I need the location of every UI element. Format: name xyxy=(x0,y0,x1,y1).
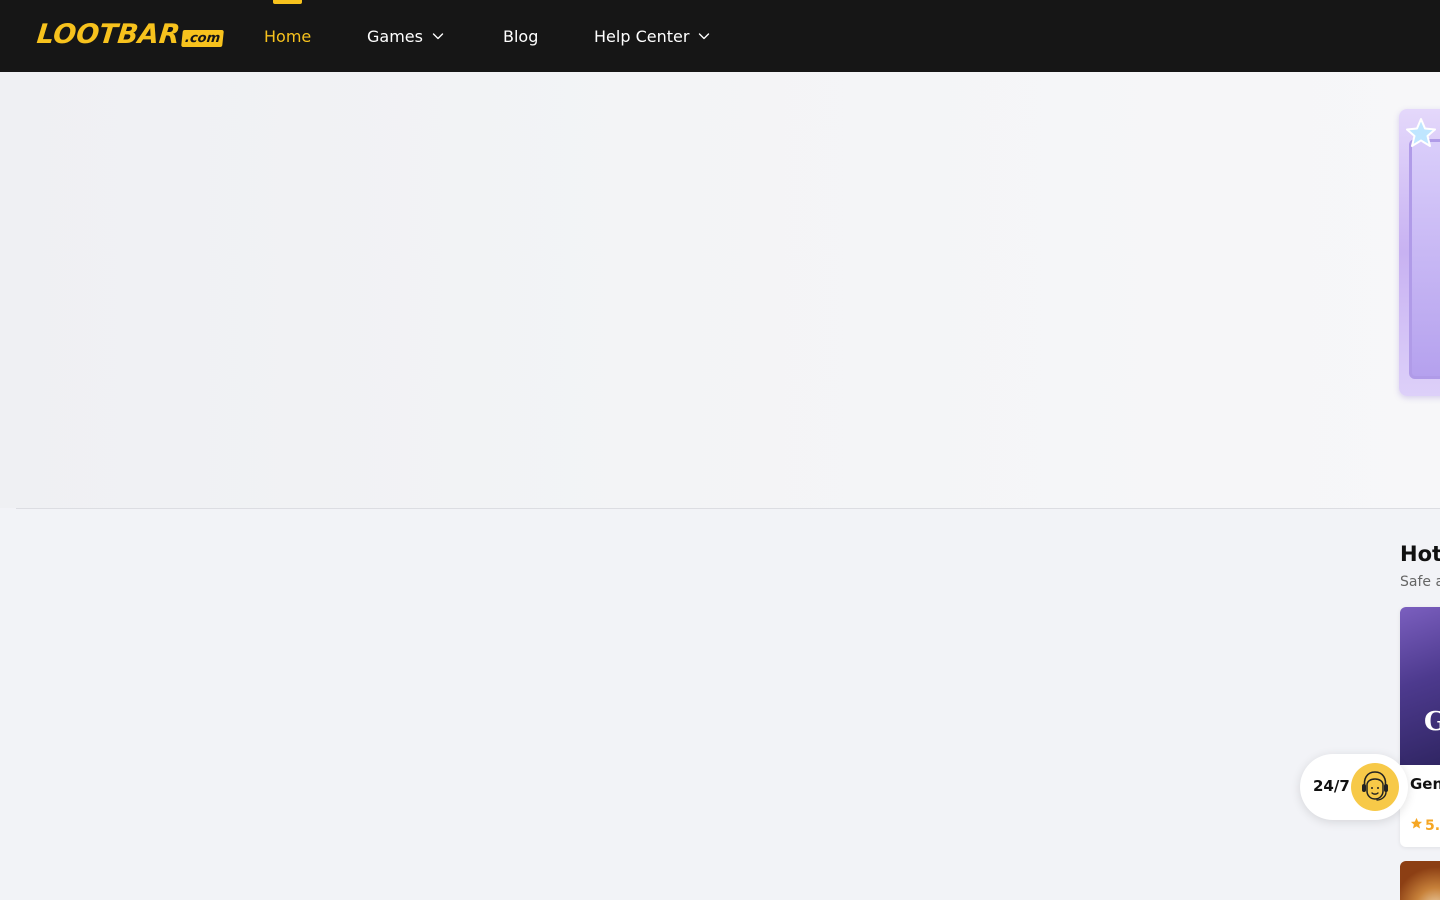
game-card[interactable] xyxy=(1400,861,1440,900)
game-card[interactable]: G Gen 5. xyxy=(1400,607,1440,847)
nav-item-games[interactable]: Games xyxy=(367,24,444,48)
top-navigation-bar: LOOTBAR .com Home Games Blog Help Center xyxy=(0,0,1440,72)
support-chat-button[interactable]: 24/7 xyxy=(1300,754,1408,820)
game-thumbnail-letter: G xyxy=(1424,707,1440,737)
game-name: Gen xyxy=(1410,775,1440,793)
star-icon xyxy=(1403,115,1439,151)
game-rating: 5. xyxy=(1410,817,1440,834)
rating-value: 5. xyxy=(1425,817,1440,834)
chevron-down-icon xyxy=(432,30,444,42)
section-subtitle: Safe a xyxy=(1400,574,1440,590)
active-nav-indicator xyxy=(273,0,302,4)
section-title: Hot xyxy=(1400,542,1440,566)
headset-agent-icon xyxy=(1351,763,1399,811)
hero-banner[interactable] xyxy=(0,72,1440,508)
promo-card-frame xyxy=(1409,139,1440,379)
chevron-down-icon xyxy=(698,30,710,42)
support-label: 24/7 xyxy=(1313,777,1350,795)
nav-item-label: Help Center xyxy=(594,26,690,46)
logo-wordmark: LOOTBAR xyxy=(35,19,182,50)
nav-item-label: Games xyxy=(367,26,423,46)
divider xyxy=(16,508,1440,509)
logo-suffix: .com xyxy=(180,30,224,47)
star-icon xyxy=(1410,817,1425,834)
promo-card[interactable] xyxy=(1399,109,1440,396)
nav-item-blog[interactable]: Blog xyxy=(503,24,538,48)
lootbar-logo[interactable]: LOOTBAR .com xyxy=(35,19,224,50)
nav-item-help-center[interactable]: Help Center xyxy=(594,24,710,48)
nav-item-home[interactable]: Home xyxy=(264,24,311,48)
nav-item-label: Home xyxy=(264,26,312,46)
nav-item-label: Blog xyxy=(503,26,539,46)
game-thumbnail: G xyxy=(1400,607,1440,765)
